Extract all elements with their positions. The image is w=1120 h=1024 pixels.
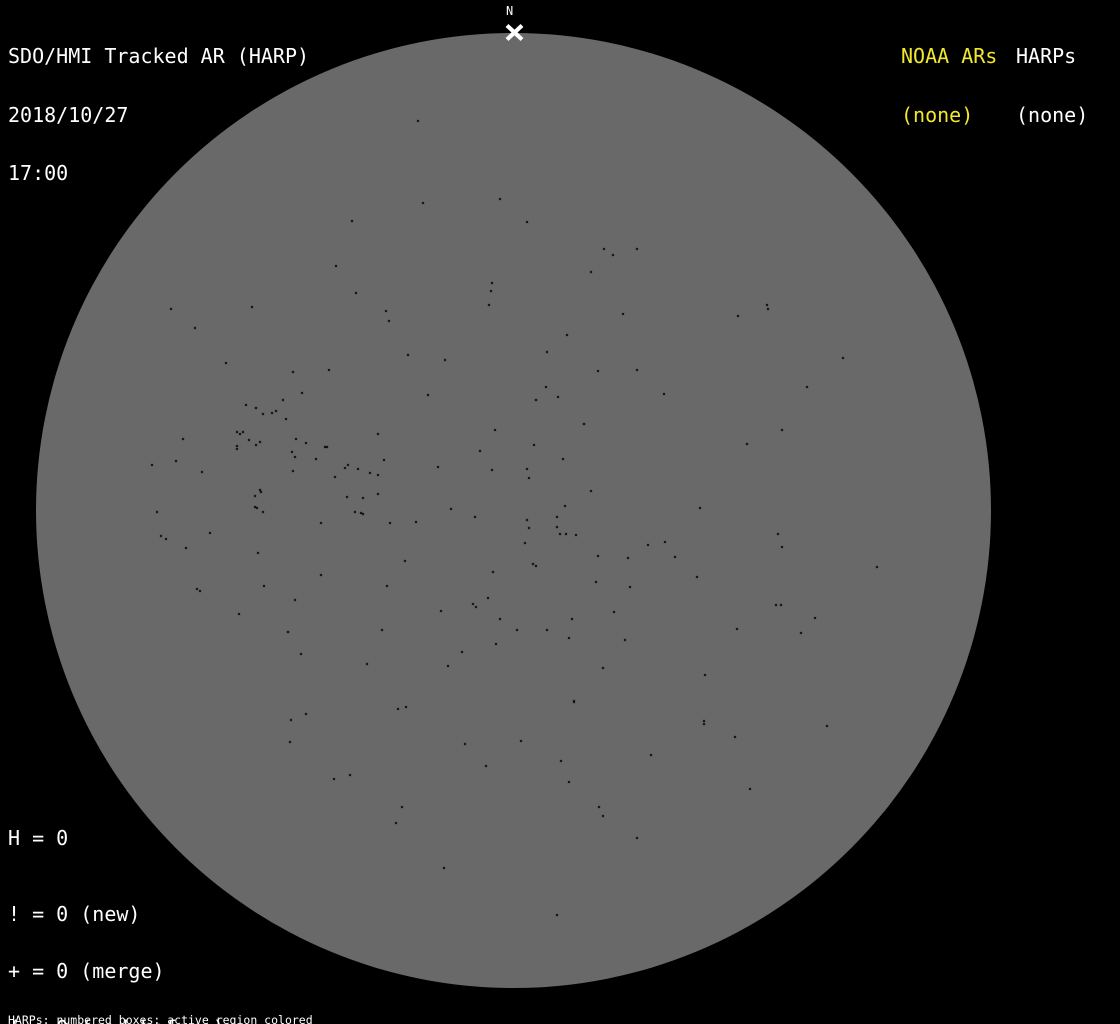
legend-item: ! = 0 (new) [8,902,141,926]
harps-status: HARPs (none) [1016,8,1088,164]
legend-item: + = 0 (merge) [8,959,165,983]
magnetogram-view: SDO/HMI Tracked AR (HARP) 2018/10/27 17:… [0,0,1120,1024]
noaa-ars-status: NOAA ARs (none) [901,8,997,164]
app-title: SDO/HMI Tracked AR (HARP) [8,44,310,68]
time-label: 17:00 [8,161,69,185]
title-block: SDO/HMI Tracked AR (HARP) 2018/10/27 17:… [8,8,309,223]
harps-header: HARPs [1016,44,1077,68]
date-label: 2018/10/27 [8,102,129,127]
noaa-ars-value: (none) [901,102,974,127]
noaa-ars-header: NOAA ARs [901,44,998,68]
north-label: N [506,4,514,18]
footnote-line: HARPs: numbered boxes; active region col… [8,1013,313,1024]
harps-value: (none) [1016,102,1089,127]
harp-count: H = 0 [8,826,69,850]
footnotes: HARPs: numbered boxes; active region col… [8,990,410,1024]
north-pole-cross-icon [505,23,524,42]
